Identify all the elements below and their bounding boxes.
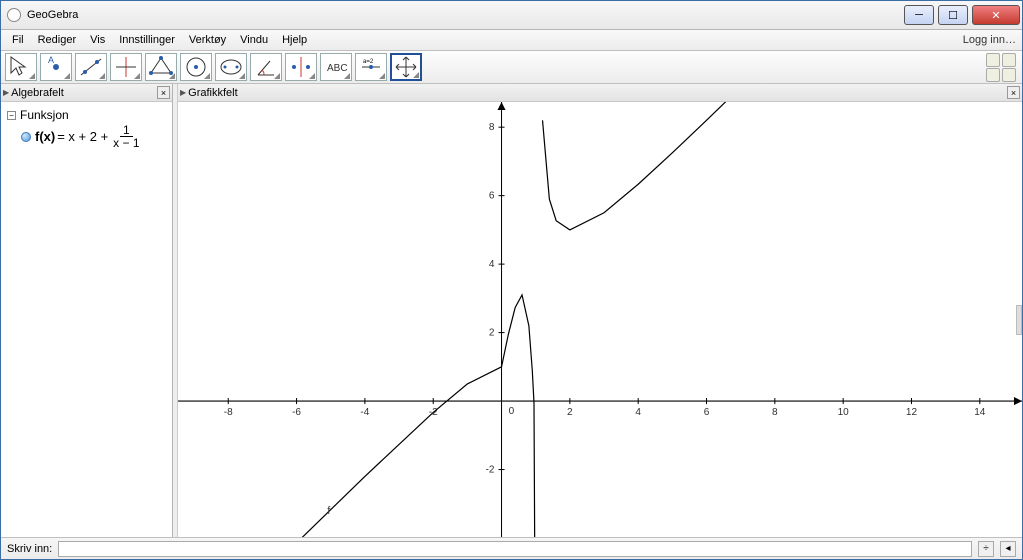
svg-text:8: 8 xyxy=(772,407,778,418)
slider-tool[interactable]: a=2 xyxy=(355,53,387,81)
svg-text:2: 2 xyxy=(489,328,495,339)
svg-text:-2: -2 xyxy=(486,465,495,476)
input-bar: Skriv inn: ÷ ◂ xyxy=(1,537,1022,559)
expand-icon[interactable]: ▶ xyxy=(180,88,186,97)
svg-text:-6: -6 xyxy=(292,407,301,418)
svg-text:8: 8 xyxy=(489,122,495,133)
polygon-tool[interactable] xyxy=(145,53,177,81)
angle-tool[interactable] xyxy=(250,53,282,81)
minimize-button[interactable]: ─ xyxy=(904,5,934,25)
input-label: Skriv inn: xyxy=(7,543,52,555)
svg-text:4: 4 xyxy=(635,407,641,418)
graphics-title: Grafikkfelt xyxy=(188,87,238,99)
app-window: GeoGebra ─ ☐ ✕ FilRedigerVisInnstillinge… xyxy=(0,0,1023,560)
redo-icon[interactable] xyxy=(1002,53,1016,67)
svg-text:f: f xyxy=(327,505,331,517)
point-tool[interactable]: A xyxy=(40,53,72,81)
maximize-button[interactable]: ☐ xyxy=(938,5,968,25)
svg-text:4: 4 xyxy=(489,259,495,270)
circle-tool[interactable] xyxy=(180,53,212,81)
menu-vindu[interactable]: Vindu xyxy=(235,32,273,48)
settings-gear-icon[interactable] xyxy=(1002,68,1016,82)
side-grip-icon[interactable] xyxy=(1016,305,1022,335)
titlebar: GeoGebra ─ ☐ ✕ xyxy=(1,1,1022,30)
svg-text:14: 14 xyxy=(974,407,986,418)
plot-area[interactable]: -8-6-4-22468101214-224680f xyxy=(178,102,1022,537)
svg-text:0: 0 xyxy=(509,406,515,417)
app-title: GeoGebra xyxy=(27,9,78,21)
menu-hjelp[interactable]: Hjelp xyxy=(277,32,312,48)
menu-fil[interactable]: Fil xyxy=(7,32,29,48)
svg-text:10: 10 xyxy=(838,407,850,418)
menu-innstillinger[interactable]: Innstillinger xyxy=(114,32,180,48)
svg-text:6: 6 xyxy=(489,191,495,202)
collapse-icon[interactable]: − xyxy=(7,111,16,120)
command-input[interactable] xyxy=(58,541,972,557)
svg-text:12: 12 xyxy=(906,407,918,418)
close-graphics-button[interactable]: × xyxy=(1007,86,1020,99)
login-link[interactable]: Logg inn… xyxy=(963,34,1016,46)
line-tool[interactable] xyxy=(75,53,107,81)
app-logo-icon xyxy=(7,8,21,22)
svg-text:A: A xyxy=(48,55,54,65)
close-button[interactable]: ✕ xyxy=(972,5,1020,25)
expand-icon[interactable]: ▶ xyxy=(3,88,9,97)
close-algebra-button[interactable]: × xyxy=(157,86,170,99)
menubar: FilRedigerVisInnstillingerVerktøyVinduHj… xyxy=(1,30,1022,51)
svg-text:ABC: ABC xyxy=(327,63,348,74)
perpendicular-tool[interactable] xyxy=(110,53,142,81)
help-icon[interactable] xyxy=(986,68,1000,82)
svg-text:6: 6 xyxy=(704,407,710,418)
algebra-panel: ▶Algebrafelt × − Funksjon f(x) = x + 2 +… xyxy=(1,84,173,537)
ellipse-tool[interactable] xyxy=(215,53,247,81)
svg-text:-4: -4 xyxy=(360,407,369,418)
move-tool[interactable] xyxy=(5,53,37,81)
menu-vis[interactable]: Vis xyxy=(85,32,110,48)
toolbar: A ABC a=2 xyxy=(1,51,1022,84)
reflect-tool[interactable] xyxy=(285,53,317,81)
graphics-panel: ▶Grafikkfelt × -8-6-4-22468101214-224680… xyxy=(178,84,1022,537)
algebra-title: Algebrafelt xyxy=(11,87,64,99)
workspace: ▶Algebrafelt × − Funksjon f(x) = x + 2 +… xyxy=(1,84,1022,537)
svg-text:-8: -8 xyxy=(224,407,233,418)
visibility-dot-icon[interactable] xyxy=(21,132,31,142)
text-tool[interactable]: ABC xyxy=(320,53,352,81)
menu-verktøy[interactable]: Verktøy xyxy=(184,32,231,48)
svg-text:2: 2 xyxy=(567,407,573,418)
undo-icon[interactable] xyxy=(986,53,1000,67)
category-label: Funksjon xyxy=(20,108,69,122)
symbols-dropdown-button[interactable]: ÷ xyxy=(978,541,994,557)
function-expression[interactable]: f(x) = x + 2 + 1 x − 1 xyxy=(35,124,141,149)
svg-text:a=2: a=2 xyxy=(363,59,374,65)
input-help-button[interactable]: ◂ xyxy=(1000,541,1016,557)
move-view-tool[interactable] xyxy=(390,53,422,81)
menu-rediger[interactable]: Rediger xyxy=(33,32,82,48)
